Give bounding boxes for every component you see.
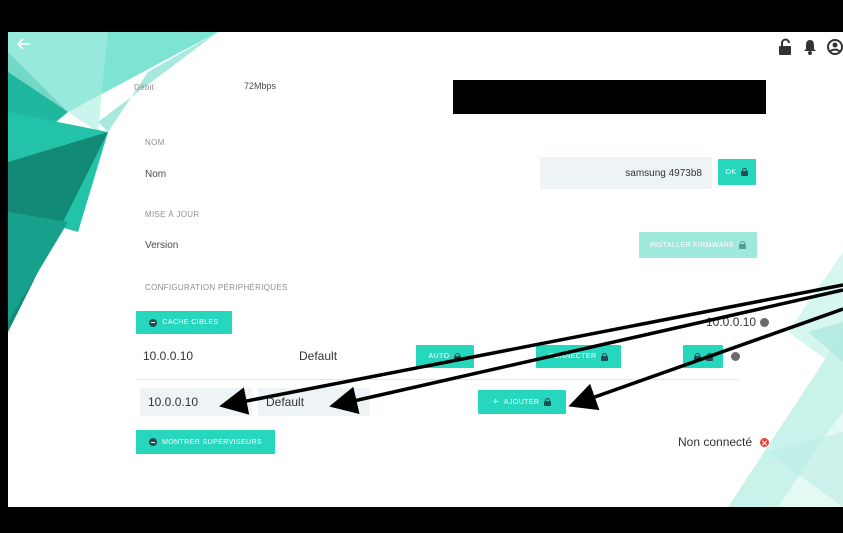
app-screen: Débit 72Mbps NOM Nom samsung 4973b8 OK M… [8,32,843,507]
auto-button[interactable]: AUTO [416,345,474,368]
device-row-ip: 10.0.0.10 [143,349,194,363]
error-circle-icon [760,438,769,447]
show-supervisors-button[interactable]: MONTRER SUPERVISEURS [136,430,275,454]
device-name-input[interactable]: samsung 4973b8 [540,157,712,189]
header-icons [777,38,843,56]
info-circle-icon[interactable] [760,318,769,327]
devices-section-label: CONFIGURATION PÉRIPHÉRIQUES [145,283,288,292]
lock-icon [739,241,747,249]
row-divider [136,379,739,380]
lock-open-icon[interactable] [777,38,793,56]
new-device-ip-input[interactable]: 10.0.0.10 [140,388,252,416]
lock-icon [544,398,552,406]
back-arrow-icon[interactable] [16,36,40,58]
letterbox-top [0,0,843,32]
debit-label: Débit [134,83,155,92]
delete-button[interactable] [683,345,723,368]
device-row-name: Default [299,349,338,363]
trash-icon [693,352,701,361]
install-firmware-button[interactable]: INSTALLER FIRMWARE [639,232,757,258]
show-supervisors-label: MONTRER SUPERVISEURS [161,438,263,446]
ok-button-label: OK [725,168,737,176]
target-ip-top: 10.0.0.10 [706,315,757,329]
nom-section-label: NOM [145,138,165,147]
plus-icon: + [492,396,499,408]
lock-icon [601,352,609,361]
debit-value: 72Mbps [244,81,277,91]
account-circle-icon[interactable] [827,38,843,56]
bell-icon[interactable] [802,38,818,56]
hide-targets-label: CACHE CIBLES [162,319,219,326]
auto-button-label: AUTO [428,353,450,360]
install-firmware-label: INSTALLER FIRMWARE [649,241,735,249]
update-section-label: MISE À JOUR [145,210,200,219]
version-label: Version [145,240,179,251]
add-button-label: AJOUTER [503,398,540,406]
add-button[interactable]: + AJOUTER [478,390,566,414]
lock-icon [454,352,462,361]
connection-status: Non connecté [678,435,753,449]
hide-targets-button[interactable]: CACHE CIBLES [136,311,232,334]
letterbox-bottom [0,507,843,533]
lock-icon [705,352,713,361]
nom-label: Nom [145,169,167,180]
new-device-name-input[interactable]: Default [258,388,370,416]
settings-circle-icon[interactable] [731,352,740,361]
minus-circle-icon [149,318,158,327]
redacted-area [453,80,766,114]
lock-icon [741,168,749,176]
ok-button[interactable]: OK [718,159,756,185]
plus-circle-icon [148,438,157,446]
connect-button-label: CONNECTER [548,353,597,360]
connect-button[interactable]: CONNECTER [536,345,621,368]
